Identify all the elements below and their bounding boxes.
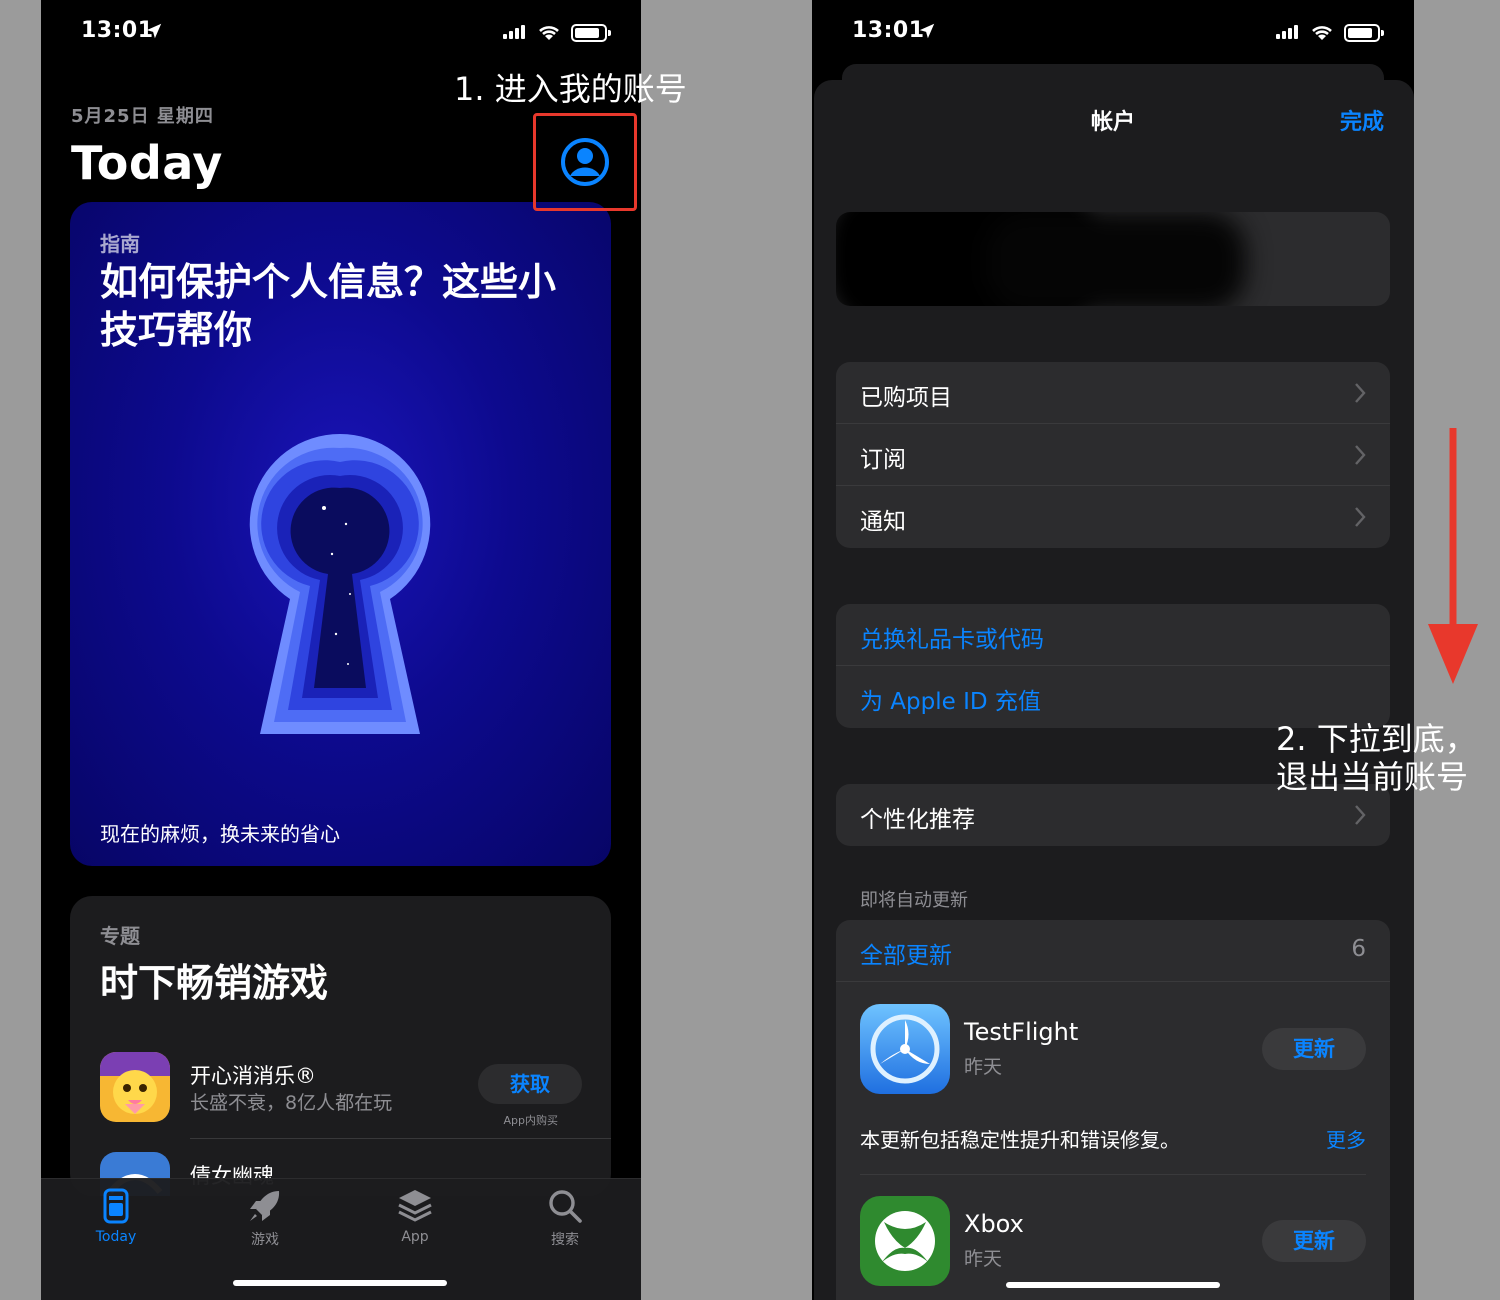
card-subtitle: 现在的麻烦，换未来的省心 xyxy=(100,822,340,846)
annotation-step1: 1. 进入我的账号 xyxy=(454,70,687,108)
update-date: 昨天 xyxy=(964,1248,1003,1270)
cell-label: 为 Apple ID 充值 xyxy=(860,689,1041,715)
release-notes-text: 本更新包括稳定性提升和错误修复。 xyxy=(860,1128,1180,1152)
subscriptions-cell[interactable]: 订阅 xyxy=(836,424,1390,486)
page-title: Today xyxy=(71,136,223,190)
notifications-cell[interactable]: 通知 xyxy=(836,486,1390,548)
redacted-profile xyxy=(986,212,1246,306)
cell-label: 个性化推荐 xyxy=(860,807,975,833)
cell-label: 兑换礼品卡或代码 xyxy=(860,627,1044,653)
chevron-right-icon xyxy=(1355,507,1366,527)
app-desc: 长盛不衰，8亿人都在玩 xyxy=(190,1092,393,1114)
status-bar: 13:01 xyxy=(812,18,1414,52)
tab-label: App xyxy=(401,1229,429,1245)
redeem-gift-card-cell[interactable]: 兑换礼品卡或代码 xyxy=(836,604,1390,666)
purchased-cell[interactable]: 已购项目 xyxy=(836,362,1390,424)
updates-group: 全部更新 6 TestFlight 昨天 更新 本更新包括稳定性提升和错误修复。… xyxy=(836,920,1390,1300)
status-time: 13:01 xyxy=(852,18,925,43)
add-funds-cell[interactable]: 为 Apple ID 充值 xyxy=(836,666,1390,728)
tab-label: 游戏 xyxy=(251,1232,279,1248)
down-arrow-icon xyxy=(1428,428,1478,684)
update-all-button[interactable]: 全部更新 xyxy=(860,936,952,970)
chevron-right-icon xyxy=(1355,805,1366,825)
status-bar: 13:01 xyxy=(41,18,641,52)
card-headline: 时下畅销游戏 xyxy=(100,961,329,1005)
tab-label: Today xyxy=(95,1229,137,1245)
wifi-icon xyxy=(1312,26,1332,40)
xbox-app-icon xyxy=(860,1196,950,1286)
wifi-icon xyxy=(539,26,559,40)
tab-label: 搜索 xyxy=(551,1232,579,1248)
keyhole-illustration xyxy=(249,433,431,734)
more-link[interactable]: 更多 xyxy=(1326,1124,1366,1153)
signal-icon xyxy=(503,25,525,39)
tab-games[interactable]: 游戏 xyxy=(210,1187,320,1249)
featured-story-card[interactable]: 指南 如何保护个人信息？这些小技巧帮你 现在的麻烦，换未来的省心 xyxy=(70,202,611,866)
canvas: 13:01 5月25日 星期四 Today 指南 如何保护个人信息？这些小技巧帮… xyxy=(0,0,1500,1300)
profile-cell[interactable] xyxy=(836,212,1390,306)
app-name: Xbox xyxy=(964,1210,1024,1238)
battery-icon xyxy=(1344,24,1384,42)
cell-label: 通知 xyxy=(860,509,906,535)
done-button[interactable]: 完成 xyxy=(1340,104,1384,136)
update-button[interactable]: 更新 xyxy=(1262,1028,1366,1070)
bestselling-games-card[interactable]: 专题 时下畅销游戏 开心消消乐® 长盛不衰，8亿人都在玩 获取 App内购买 倩… xyxy=(70,896,611,1196)
location-arrow-icon xyxy=(146,23,162,39)
home-indicator xyxy=(233,1280,447,1286)
signal-icon xyxy=(1276,25,1298,39)
layers-icon xyxy=(398,1190,432,1222)
cell-label: 订阅 xyxy=(860,447,906,473)
tab-search[interactable]: 搜索 xyxy=(510,1187,620,1249)
update-all-cell[interactable]: 全部更新 6 xyxy=(836,920,1390,982)
location-arrow-icon xyxy=(919,23,935,39)
update-date: 昨天 xyxy=(964,1056,1003,1078)
account-menu-group: 已购项目 订阅 通知 xyxy=(836,362,1390,548)
get-button[interactable]: 获取 xyxy=(478,1064,582,1104)
sheet-title: 帐户 xyxy=(1090,110,1135,135)
happy-elimination-app-icon xyxy=(100,1052,170,1122)
divider xyxy=(190,1138,611,1139)
search-icon xyxy=(549,1190,582,1223)
status-time: 13:01 xyxy=(81,18,154,43)
gift-card-group: 兑换礼品卡或代码 为 Apple ID 充值 xyxy=(836,604,1390,728)
release-notes: 本更新包括稳定性提升和错误修复。 更多 xyxy=(860,1124,1366,1153)
rocket-icon xyxy=(250,1191,280,1221)
card-headline: 如何保护个人信息？这些小技巧帮你 xyxy=(100,260,557,352)
tab-apps[interactable]: App xyxy=(360,1187,470,1245)
battery-icon xyxy=(571,24,611,42)
tab-bar: Today 游戏 App 搜索 xyxy=(41,1178,641,1300)
card-tag: 指南 xyxy=(100,232,140,256)
section-header: 即将自动更新 xyxy=(860,890,968,911)
divider xyxy=(860,1174,1366,1175)
update-count: 6 xyxy=(1351,936,1366,962)
card-tag: 专题 xyxy=(100,924,140,948)
app-name: 开心消消乐® xyxy=(190,1064,316,1088)
home-indicator xyxy=(1006,1282,1220,1288)
account-sheet-screen: 13:01 帐户 完成 已购项目 订阅 通知 兑换礼品卡或代码 为 Apple … xyxy=(812,0,1414,1300)
update-button[interactable]: 更新 xyxy=(1262,1220,1366,1262)
annotation-step2-line2: 退出当前账号 xyxy=(1276,758,1469,796)
annotation-step2-line1: 2. 下拉到底， xyxy=(1276,720,1477,758)
in-app-purchase-note: App内购买 xyxy=(503,1114,559,1127)
cell-label: 已购项目 xyxy=(860,385,952,411)
testflight-app-icon xyxy=(860,1004,950,1094)
app-name: TestFlight xyxy=(964,1018,1079,1046)
chevron-right-icon xyxy=(1355,445,1366,465)
date-label: 5月25日 星期四 xyxy=(71,106,214,127)
tab-today[interactable]: Today xyxy=(61,1187,171,1245)
highlight-box xyxy=(533,113,637,211)
today-icon xyxy=(103,1188,129,1224)
chevron-right-icon xyxy=(1355,383,1366,403)
list-item[interactable]: 开心消消乐® 长盛不衰，8亿人都在玩 获取 App内购买 xyxy=(100,1052,582,1132)
